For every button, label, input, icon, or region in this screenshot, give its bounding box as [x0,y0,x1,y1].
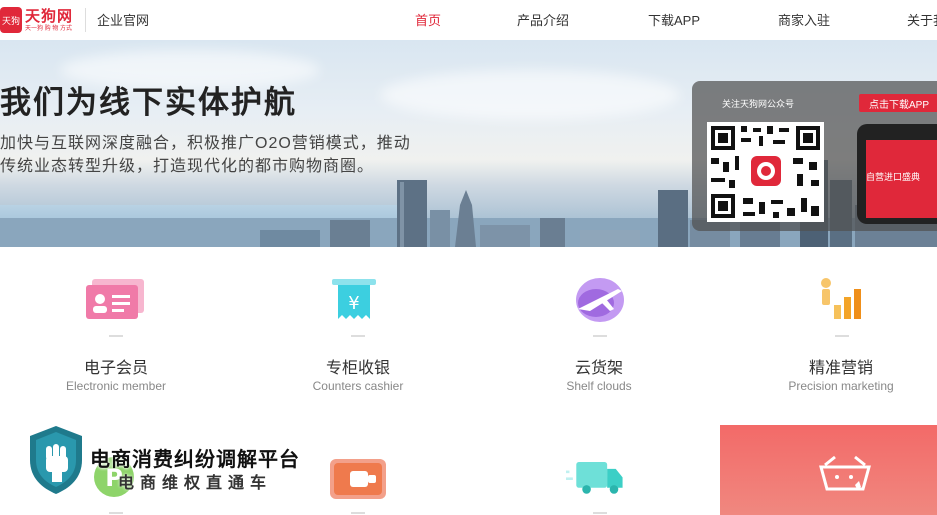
header-divider [85,8,86,32]
follow-wechat-label: 关注天狗网公众号 [722,99,795,109]
feature-divider [835,335,849,337]
feature-en-cashier: Counters cashier [312,379,404,393]
delivery-truck-icon [566,462,623,494]
feature-divider [109,512,123,514]
watermark-subtitle: 电商维权直通车 [118,475,273,492]
nav-about[interactable]: 关于我 [907,10,937,29]
top-header: 天狗 天狗网 天一狗 购 物 方式 企业官网 首页 产品介绍 下载APP 商家入… [0,0,937,40]
brand-logo[interactable]: 天狗 天狗网 天一狗 购 物 方式 [0,5,73,35]
cloud-plane-icon [576,278,624,322]
nav-download-app[interactable]: 下载APP [648,10,700,29]
feature-title-member: 电子会员 [83,360,148,377]
feature-title-marketing: 精准营销 [808,360,873,377]
site-label: 企业官网 [97,13,150,28]
brand-logo-text: 天狗网 天一狗 购 物 方式 [25,9,73,32]
nav-products[interactable]: 产品介绍 [517,10,569,29]
svg-text:¥: ¥ [348,293,359,314]
wallet-icon [330,459,386,499]
brand-name: 天狗网 [25,7,74,25]
shield-fist-icon [30,426,82,494]
feature-en-marketing: Precision marketing [788,379,894,393]
feature-divider [351,512,365,514]
watermark-title: 电商消费纠纷调解平台 [90,449,300,471]
nav-merchant-join[interactable]: 商家入驻 [778,10,830,29]
brand-slogan: 天一狗 购 物 方式 [25,25,73,32]
brand-logo-icon: 天狗 [0,7,22,33]
wechat-qr-code [707,122,824,222]
phone-screen: 自营进口盛典 [866,140,937,218]
feature-divider [109,335,123,337]
feature-title-cashier: 专柜收银 [325,360,390,377]
feature-en-shelf: Shelf clouds [566,379,632,393]
banner-subline-1: 加快与互联网深度融合，积极推广O2O营销模式，推动 [0,135,411,152]
shopping-basket-icon [819,455,871,491]
marketing-chart-icon [821,278,861,319]
member-card-icon [86,279,144,319]
banner-headline: 我们为线下实体护航 [0,85,297,120]
cashier-receipt-icon: ¥ [332,279,376,319]
feature-divider [593,512,607,514]
feature-title-shelf: 云货架 [574,360,623,377]
nav-home[interactable]: 首页 [415,10,441,29]
feature-en-member: Electronic member [65,379,167,393]
banner-subline-2: 传统业态转型升级，打造现代化的都市购物商圈。 [0,158,375,175]
phone-promo-text: 自营进口盛典 [866,172,921,182]
feature-divider [351,335,365,337]
feature-divider [593,335,607,337]
download-app-button[interactable]: 点击下载APP [859,94,937,112]
